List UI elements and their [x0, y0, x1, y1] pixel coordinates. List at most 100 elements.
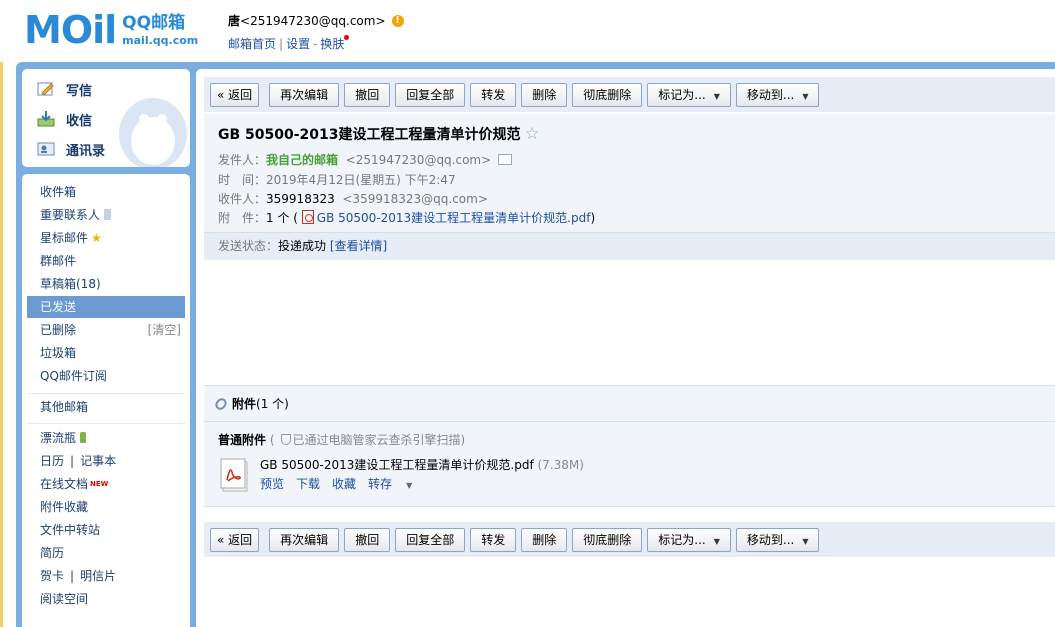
sidebar-folders: 收件箱 重要联系人 星标邮件 ★ 群邮件 草稿箱(18) 已发送 已删除 [清空] …: [22, 174, 190, 627]
move-to-dropdown[interactable]: 移动到... ▼: [735, 82, 820, 107]
logo-mark: MOil: [24, 8, 117, 52]
sidebar-item-resume[interactable]: 简历: [27, 542, 185, 564]
notes-link[interactable]: 记事本: [80, 454, 116, 468]
sidebar-item-starred[interactable]: 星标邮件 ★: [27, 227, 185, 249]
notification-dot: [344, 35, 350, 40]
sidebar-item-inbox[interactable]: 收件箱: [27, 181, 185, 203]
chevron-down-icon: ▼: [802, 91, 809, 101]
recipient-email: <359918323@qq.com>: [342, 192, 488, 206]
contact-card-icon[interactable]: [498, 154, 513, 165]
inbox-download-icon: [37, 111, 55, 127]
contacts-card-icon: [37, 142, 55, 156]
warning-icon[interactable]: !: [391, 14, 404, 27]
calendar-link[interactable]: 日历: [40, 454, 64, 468]
sidebar-item-subscriptions[interactable]: QQ邮件订阅: [27, 365, 185, 387]
download-link[interactable]: 下载: [296, 477, 320, 491]
home-link[interactable]: 邮箱首页: [228, 37, 276, 51]
attachment-link[interactable]: GB 50500-2013建设工程工程量清单计价规范.pdf: [317, 211, 591, 225]
recall-button[interactable]: 撤回: [344, 82, 391, 107]
bookmark-icon: [104, 209, 112, 220]
sidebar-item-group[interactable]: 群邮件: [27, 250, 185, 272]
sidebar-item-other-mail[interactable]: 其他邮箱: [27, 396, 185, 418]
top-toolbar: « 返回 再次编辑 撤回 回复全部 转发 删除 彻底删除 标记为... ▼ 移动到…: [204, 77, 1055, 112]
user-name: 唐: [228, 14, 241, 28]
sidebar-actions: 写信 收信 通讯录: [22, 69, 190, 167]
recipient-row: 收件人：359918323 <359918323@qq.com>: [218, 192, 488, 206]
settings-link[interactable]: 设置: [286, 37, 310, 51]
attachment-row: 附 件：1 个 ( GB 50500-2013建设工程工程量清单计价规范.pdf…: [218, 210, 596, 225]
collect-link[interactable]: 收藏: [332, 477, 356, 491]
compose-button[interactable]: 写信: [36, 79, 92, 99]
pencil-icon: [37, 82, 54, 96]
sidebar-item-cards: 贺卡 | 明信片: [40, 569, 117, 583]
greeting-card-link[interactable]: 贺卡: [40, 569, 64, 583]
sent-time: 2019年4月12日(星期五) 下午2:47: [266, 173, 456, 187]
inbox-receive-button[interactable]: 收信: [36, 109, 92, 129]
sidebar-item-spam[interactable]: 垃圾箱: [27, 342, 185, 364]
logo-title: QQ邮箱: [122, 12, 186, 33]
pdf-icon: [301, 210, 314, 224]
mark-as-dropdown[interactable]: 标记为... ▼: [647, 527, 731, 552]
reedit-button[interactable]: 再次编辑: [269, 527, 340, 552]
header: MOil QQ邮箱 mail.qq.com 唐 <251947230@qq.co…: [0, 0, 1055, 62]
preview-link[interactable]: 预览: [260, 477, 284, 491]
chevron-down-icon: ▼: [406, 481, 413, 490]
sidebar-item-vip[interactable]: 重要联系人: [27, 204, 185, 226]
sidebar-item-bottle[interactable]: 漂流瓶: [27, 427, 185, 449]
clear-trash-link[interactable]: [清空]: [148, 319, 181, 341]
attachment-file: GB 50500-2013建设工程工程量清单计价规范.pdf (7.38M): [260, 456, 584, 473]
reply-all-button[interactable]: 回复全部: [395, 82, 466, 107]
mark-as-dropdown[interactable]: 标记为... ▼: [647, 82, 731, 107]
sidebar-item-reading[interactable]: 阅读空间: [27, 588, 185, 610]
status-details-link[interactable]: [查看详情]: [330, 239, 387, 253]
new-badge: NEW: [90, 480, 109, 488]
logo-url: mail.qq.com: [122, 33, 199, 47]
reedit-button[interactable]: 再次编辑: [269, 82, 340, 107]
bottle-icon: [80, 432, 87, 443]
star-outline-icon[interactable]: ☆: [525, 124, 540, 144]
contacts-button[interactable]: 通讯录: [36, 139, 105, 159]
move-to-dropdown[interactable]: 移动到... ▼: [735, 527, 820, 552]
shield-icon: [280, 434, 291, 445]
recipient-name[interactable]: 359918323: [266, 192, 335, 206]
forward-button[interactable]: 转发: [470, 82, 517, 107]
sidebar-item-file-transfer[interactable]: 文件中转站: [27, 519, 185, 541]
penguin-watermark-icon: [119, 98, 187, 167]
delete-button[interactable]: 删除: [521, 82, 568, 107]
user-info: 唐 <251947230@qq.com> ! 邮箱首页 | 设置 - 换肤: [228, 12, 404, 52]
left-edge-strip: [0, 0, 3, 627]
pdf-file-icon[interactable]: [220, 458, 250, 492]
sidebar-item-deleted[interactable]: 已删除 [清空]: [27, 319, 185, 341]
sidebar-item-docs[interactable]: 在线文档 NEW: [27, 473, 185, 495]
forward-button[interactable]: 转发: [470, 527, 517, 552]
sidebar-item-drafts[interactable]: 草稿箱(18): [27, 273, 185, 295]
qq-mail-logo[interactable]: MOil QQ邮箱 mail.qq.com: [24, 10, 198, 50]
attachment-filename[interactable]: GB 50500-2013建设工程工程量清单计价规范.pdf: [260, 458, 534, 472]
skin-link[interactable]: 换肤: [320, 37, 344, 51]
chevron-down-icon: ▼: [713, 536, 720, 546]
mail-header: GB 50500-2013建设工程工程量清单计价规范 ☆ 发件人：我自己的邮箱 …: [204, 114, 1055, 260]
time-row: 时 间：2019年4月12日(星期五) 下午2:47: [218, 173, 456, 187]
divider: [27, 393, 185, 394]
chevron-down-icon: ▼: [802, 536, 809, 546]
chevron-down-icon: ▼: [713, 91, 720, 101]
sender-email: <251947230@qq.com>: [345, 153, 492, 167]
sidebar-item-attach-fav[interactable]: 附件收藏: [27, 496, 185, 518]
back-button[interactable]: « 返回: [210, 82, 260, 107]
sidebar-item-calendar-notes: 日历 | 记事本: [40, 454, 117, 468]
star-icon: ★: [91, 231, 102, 245]
delete-forever-button[interactable]: 彻底删除: [572, 527, 643, 552]
user-email: <251947230@qq.com>: [240, 13, 386, 28]
attachment-actions: 预览 下载 收藏 转存 ▼: [260, 475, 436, 492]
recall-button[interactable]: 撤回: [344, 527, 391, 552]
sender-name[interactable]: 我自己的邮箱: [266, 153, 338, 167]
postcard-link[interactable]: 明信片: [80, 569, 116, 583]
delete-forever-button[interactable]: 彻底删除: [572, 82, 643, 107]
reply-all-button[interactable]: 回复全部: [395, 527, 466, 552]
mail-content: « 返回 再次编辑 撤回 回复全部 转发 删除 彻底删除 标记为... ▼ 移动到…: [196, 69, 1055, 627]
save-to-dropdown[interactable]: 转存 ▼: [368, 477, 424, 491]
back-button[interactable]: « 返回: [210, 527, 260, 552]
sidebar-item-sent[interactable]: 已发送: [27, 296, 185, 318]
attachment-size: (7.38M): [537, 458, 584, 472]
delete-button[interactable]: 删除: [521, 527, 568, 552]
